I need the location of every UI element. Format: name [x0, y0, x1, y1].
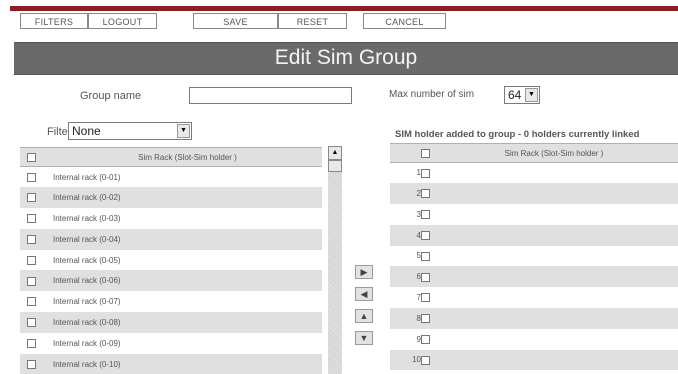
table-row[interactable]: 7: [390, 287, 678, 308]
table-row[interactable]: 10: [390, 349, 678, 371]
select-all-checkbox[interactable]: [27, 152, 36, 162]
group-name-label: Group name: [80, 90, 142, 102]
scroll-thumb[interactable]: [328, 160, 342, 172]
reset-button[interactable]: RESET: [278, 13, 347, 29]
row-checkbox[interactable]: [27, 318, 36, 328]
left-sim-table: Sim Rack (Slot-Sim holder ) Internal rac…: [20, 147, 322, 374]
row-checkbox[interactable]: [421, 189, 430, 199]
row-checkbox[interactable]: [27, 338, 36, 348]
row-checkbox[interactable]: [421, 210, 430, 220]
row-checkbox[interactable]: [421, 355, 430, 365]
table-row[interactable]: Internal rack (0-09): [20, 333, 322, 354]
select-all-checkbox[interactable]: [421, 148, 430, 158]
table-row[interactable]: Internal rack (0-04): [20, 228, 322, 250]
row-checkbox[interactable]: [421, 293, 430, 303]
table-row[interactable]: 4: [390, 224, 678, 246]
right-table-header: Sim Rack (Slot-Sim holder ): [390, 143, 678, 163]
table-row[interactable]: Internal rack (0-02): [20, 187, 322, 209]
row-label: Internal rack (0-07): [53, 297, 121, 307]
cancel-button[interactable]: CANCEL: [363, 13, 446, 29]
table-row[interactable]: Internal rack (0-08): [20, 312, 322, 333]
row-checkbox[interactable]: [421, 251, 430, 261]
column-header: Sim Rack (Slot-Sim holder ): [504, 148, 604, 158]
chevron-down-icon[interactable]: ▼: [525, 88, 538, 102]
row-checkbox[interactable]: [421, 314, 430, 324]
table-row[interactable]: Internal rack (0-03): [20, 208, 322, 229]
row-label: Internal rack (0-10): [53, 359, 121, 369]
linked-holders-title: SIM holder added to group - 0 holders cu…: [395, 129, 640, 140]
row-label: Internal rack (0-04): [53, 234, 121, 244]
left-table-header: Sim Rack (Slot-Sim holder ): [20, 147, 322, 167]
arrow-left-icon[interactable]: ◀: [355, 287, 373, 301]
row-label: Internal rack (0-05): [53, 255, 121, 265]
row-checkbox[interactable]: [27, 276, 36, 286]
table-row[interactable]: 3: [390, 204, 678, 225]
row-checkbox[interactable]: [27, 297, 36, 307]
filter-value: None: [72, 124, 101, 138]
logout-button[interactable]: LOGOUT: [88, 13, 157, 29]
arrow-up-icon[interactable]: ▲: [355, 309, 373, 323]
row-number: 10: [412, 355, 421, 365]
table-row[interactable]: Internal rack (0-07): [20, 291, 322, 312]
table-row[interactable]: Internal rack (0-10): [20, 353, 322, 374]
row-checkbox[interactable]: [421, 168, 430, 178]
row-label: Internal rack (0-03): [53, 213, 121, 223]
table-row[interactable]: 2: [390, 183, 678, 205]
row-checkbox[interactable]: [421, 272, 430, 282]
arrow-right-icon[interactable]: ▶: [355, 265, 373, 279]
page-title: Edit Sim Group: [274, 46, 418, 69]
row-checkbox[interactable]: [27, 172, 36, 182]
group-name-input[interactable]: [189, 87, 352, 104]
table-row[interactable]: 8: [390, 308, 678, 329]
row-checkbox[interactable]: [27, 359, 36, 369]
row-label: Internal rack (0-08): [53, 317, 121, 327]
top-accent-bar: [10, 6, 678, 11]
row-checkbox[interactable]: [421, 230, 430, 240]
table-row[interactable]: Internal rack (0-05): [20, 250, 322, 271]
arrow-down-icon[interactable]: ▼: [355, 331, 373, 345]
filter-select[interactable]: None ▼: [68, 122, 192, 140]
row-label: Internal rack (0-02): [53, 193, 121, 203]
save-button[interactable]: SAVE: [193, 13, 278, 29]
left-table-scrollbar[interactable]: ▲: [328, 146, 342, 374]
title-bar: Edit Sim Group: [14, 42, 678, 75]
row-checkbox[interactable]: [27, 255, 36, 265]
max-sim-label: Max number of sim: [389, 89, 475, 100]
row-checkbox[interactable]: [27, 193, 36, 203]
right-sim-table: Sim Rack (Slot-Sim holder ) 1 2 3 4 5 6 …: [390, 143, 678, 371]
select-all-cell: [390, 144, 430, 163]
row-checkbox[interactable]: [421, 334, 430, 344]
table-row[interactable]: 5: [390, 246, 678, 267]
max-sim-value: 64: [508, 88, 522, 102]
select-all-cell: [20, 148, 53, 167]
chevron-down-icon[interactable]: ▼: [177, 124, 190, 138]
table-row[interactable]: Internal rack (0-06): [20, 270, 322, 292]
filters-button[interactable]: FILTERS: [20, 13, 88, 29]
row-checkbox[interactable]: [27, 214, 36, 224]
row-checkbox[interactable]: [27, 234, 36, 244]
row-label: Internal rack (0-09): [53, 338, 121, 348]
max-sim-select[interactable]: 64 ▼: [504, 86, 540, 104]
table-row[interactable]: 1: [390, 163, 678, 184]
scroll-up-icon[interactable]: ▲: [328, 146, 342, 160]
row-label: Internal rack (0-06): [53, 276, 121, 286]
column-header: Sim Rack (Slot-Sim holder ): [138, 152, 237, 162]
row-label: Internal rack (0-01): [53, 172, 121, 182]
table-row[interactable]: 6: [390, 266, 678, 288]
table-row[interactable]: 9: [390, 329, 678, 350]
table-row[interactable]: Internal rack (0-01): [20, 167, 322, 188]
